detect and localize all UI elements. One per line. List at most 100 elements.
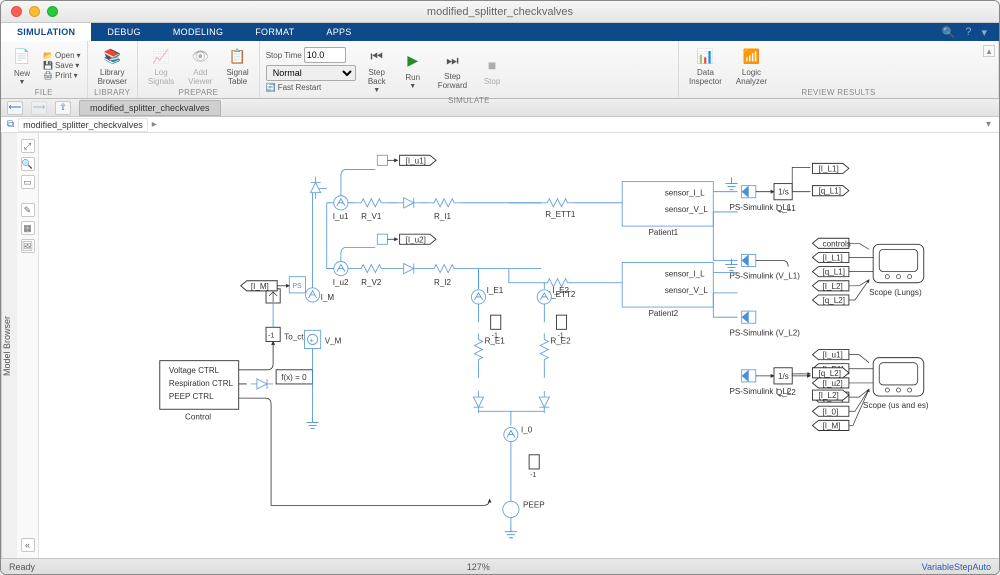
block-fx0[interactable]: f(x) = 0 — [276, 370, 312, 384]
add-viewer-button[interactable]: 👁Add Viewer — [184, 43, 216, 88]
block-to-ctrl[interactable]: -1 To_ctrl — [247, 289, 308, 370]
chunk-simulate: Stop Time Normal 🔄 Fast Restart ⏮Step Ba… — [260, 41, 679, 98]
view-dropdown-icon[interactable]: ▾ — [986, 119, 991, 130]
data-inspector-button[interactable]: 📊Data Inspector — [685, 43, 726, 88]
tab-format[interactable]: FORMAT — [239, 23, 310, 41]
status-left: Ready — [9, 562, 35, 572]
step-forward-button[interactable]: ⏭Step Forward — [434, 47, 471, 92]
new-icon: 📄 — [11, 46, 33, 68]
status-bar: Ready 127% VariableStepAuto — [1, 558, 999, 574]
minimize-icon[interactable] — [29, 6, 40, 17]
block-i-u1[interactable] — [334, 196, 348, 210]
svg-text:[I_u1]: [I_u1] — [406, 156, 426, 165]
log-signals-button[interactable]: 📈Log Signals — [144, 43, 178, 88]
signal-table-button[interactable]: 📋Signal Table — [222, 43, 252, 88]
block-patient2[interactable]: sensor_I_L sensor_V_L Patient2 — [622, 263, 713, 319]
ground-p1[interactable] — [725, 178, 737, 190]
block-i-u2[interactable] — [334, 262, 348, 276]
svg-text:Q_L2: Q_L2 — [776, 388, 796, 397]
svg-text:[I_M]: [I_M] — [251, 282, 269, 291]
toolstrip-collapse-icon[interactable]: ▴ — [983, 45, 995, 57]
ribbon-chevron-icon[interactable]: ▾ — [981, 26, 987, 39]
print-button[interactable]: 🖨 Print ▾ — [43, 71, 81, 80]
palette-reset-icon[interactable]: « — [21, 538, 35, 552]
block-i-0[interactable] — [504, 427, 518, 441]
run-button[interactable]: ▶Run▼ — [398, 48, 428, 92]
svg-text:sensor_I_L: sensor_I_L — [665, 189, 705, 198]
stop-button[interactable]: ■Stop — [477, 52, 507, 88]
nav-fwd-button[interactable]: ⟶ — [31, 101, 47, 115]
palette-fit-icon[interactable]: ▭ — [21, 175, 35, 189]
ground-main[interactable] — [307, 416, 319, 428]
play-icon: ▶ — [402, 50, 424, 72]
new-button[interactable]: 📄New▼ — [7, 44, 37, 88]
chunk-simulate-label: SIMULATE — [266, 96, 672, 106]
library-icon: 📚 — [101, 45, 123, 67]
window-controls — [11, 6, 58, 17]
maximize-icon[interactable] — [47, 6, 58, 17]
log-icon: 📈 — [150, 45, 172, 67]
palette-annotation-icon[interactable]: ✎ — [21, 203, 35, 217]
tab-simulation[interactable]: SIMULATION — [1, 23, 91, 41]
tag-i-m[interactable]: [I_M] — [241, 281, 277, 291]
block-i-m-ammeter[interactable] — [305, 288, 319, 302]
svg-text:I_E1: I_E1 — [487, 286, 504, 295]
palette-zoom-icon[interactable]: 🔍 — [21, 157, 35, 171]
step-back-button[interactable]: ⏮Step Back▼ — [362, 43, 392, 96]
svg-text:PEEP: PEEP — [523, 500, 545, 509]
save-button[interactable]: 💾 Save ▾ — [43, 61, 81, 70]
main-area: Model Browser ⤢ 🔍 ▭ ✎ ▦ 🖼 « — [1, 133, 999, 558]
file-tab[interactable]: modified_splitter_checkvalves — [79, 100, 221, 116]
block-scope-lungs[interactable]: Scope (Lungs) — [869, 244, 924, 297]
block-v-m[interactable]: + V_M — [304, 330, 341, 348]
svg-text:PS-Simulink (V_L1): PS-Simulink (V_L1) — [729, 272, 800, 281]
svg-text:[I_L2]: [I_L2] — [823, 282, 843, 291]
palette-explorer-icon[interactable]: ⤢ — [21, 139, 35, 153]
library-browser-button[interactable]: 📚Library Browser — [94, 43, 131, 88]
block-control[interactable]: Voltage CTRL Respiration CTRL PEEP CTRL … — [160, 361, 247, 422]
svg-text:R_I2: R_I2 — [434, 278, 452, 287]
open-button[interactable]: 📂 Open ▾ — [43, 51, 81, 60]
svg-text:[I_L1]: [I_L1] — [823, 254, 843, 263]
block-peep[interactable]: PEEP — [503, 500, 545, 517]
model-icon: ⧉ — [7, 119, 14, 130]
fast-restart-button[interactable]: 🔄 Fast Restart — [266, 83, 356, 92]
svg-text:I_u1: I_u1 — [333, 212, 349, 221]
model-browser-tab[interactable]: Model Browser — [1, 133, 17, 558]
chunk-prepare: 📈Log Signals 👁Add Viewer 📋Signal Table P… — [138, 41, 260, 98]
nav-up-button[interactable]: ⇧ — [55, 101, 71, 115]
close-icon[interactable] — [11, 6, 22, 17]
block-int2[interactable]: 1/sQ_L2 — [774, 368, 796, 397]
tab-debug[interactable]: DEBUG — [91, 23, 157, 41]
help-icon[interactable]: ? — [965, 26, 971, 38]
tab-apps[interactable]: APPS — [310, 23, 367, 41]
left-diode[interactable] — [251, 379, 273, 389]
block-ps-left[interactable]: PS — [289, 277, 305, 293]
search-icon[interactable]: 🔍 — [942, 26, 956, 39]
svg-text:Scope (us and es): Scope (us and es) — [863, 401, 929, 410]
sim-mode-select[interactable]: Normal — [266, 65, 356, 81]
logic-analyzer-button[interactable]: 📶Logic Analyzer — [732, 43, 771, 88]
svg-text:PEEP CTRL: PEEP CTRL — [169, 392, 214, 401]
palette-area-icon[interactable]: ▦ — [21, 221, 35, 235]
block-ps2[interactable]: PS-Simulink (V_L1) — [729, 254, 800, 280]
stoptime-label: Stop Time — [266, 51, 302, 60]
toolstrip: ▴ 📄New▼ 📂 Open ▾ 💾 Save ▾ 🖨 Print ▾ FILE… — [1, 41, 999, 99]
block-patient1[interactable]: sensor_I_L sensor_V_L Patient1 — [622, 182, 713, 238]
svg-text:sensor_I_L: sensor_I_L — [665, 270, 705, 279]
block-int1[interactable]: 1/sQ_L1 — [774, 184, 796, 213]
palette-image-icon[interactable]: 🖼 — [21, 239, 35, 253]
tab-modeling[interactable]: MODELING — [157, 23, 239, 41]
breadcrumb-root[interactable]: modified_splitter_checkvalves — [18, 118, 148, 132]
nav-back-button[interactable]: ⟵ — [7, 101, 23, 115]
diagram-canvas[interactable]: Voltage CTRL Respiration CTRL PEEP CTRL … — [39, 133, 999, 558]
logic-analyzer-icon: 📶 — [740, 45, 762, 67]
stoptime-input[interactable] — [304, 47, 346, 63]
svg-text:R_I1: R_I1 — [434, 212, 452, 221]
svg-text:[q_L2]: [q_L2] — [819, 369, 841, 378]
block-i-e1[interactable] — [471, 290, 485, 304]
block-scope-uses[interactable]: Scope (us and es) — [863, 358, 929, 411]
block-i-e2[interactable] — [537, 290, 551, 304]
block-ps3[interactable]: PS-Simulink (V_L2) — [729, 311, 800, 337]
svg-text:R_V1: R_V1 — [361, 212, 382, 221]
